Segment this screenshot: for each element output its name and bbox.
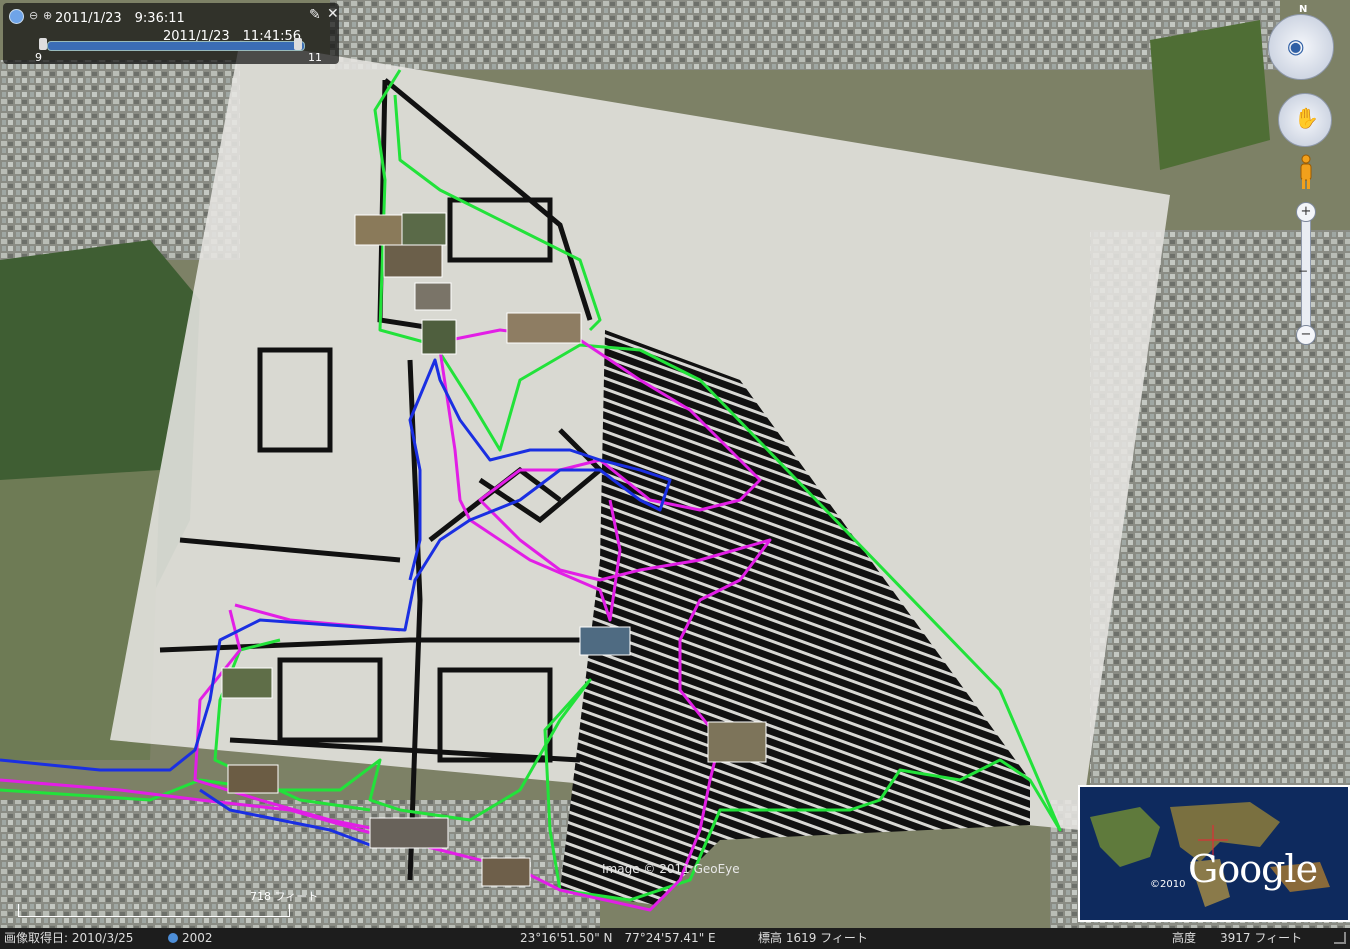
wrench-icon[interactable]: ✎ xyxy=(309,7,321,23)
slider-min-label: 9 xyxy=(35,51,42,64)
historic-year: 2002 xyxy=(182,931,213,945)
photo-marker xyxy=(506,312,582,344)
urban-area-north xyxy=(330,0,1280,70)
coordinates-readout: 23°16'51.50" N 77°24'57.41" E xyxy=(520,931,716,945)
slider-max-label: 11 xyxy=(308,51,322,64)
street-view-pegman-icon[interactable] xyxy=(1298,154,1314,190)
slider-step-back-icon[interactable]: ⊖ xyxy=(29,9,38,22)
historic-imagery-icon xyxy=(168,933,178,943)
eye-icon[interactable]: ◉ xyxy=(1287,34,1304,58)
photo-marker xyxy=(369,817,449,849)
hand-icon[interactable]: ✋ xyxy=(1294,106,1319,130)
photo-marker xyxy=(227,764,279,794)
north-indicator[interactable]: N xyxy=(1299,4,1307,15)
slider-zoom-icon[interactable]: ⊕ xyxy=(43,9,52,22)
imagery-credit: Image © 2011 GeoEye xyxy=(602,862,740,876)
slider-end-handle[interactable] xyxy=(294,38,302,50)
overview-copyright: ©2010 xyxy=(1150,879,1186,890)
photo-marker xyxy=(414,282,452,311)
zoom-out-button[interactable]: − xyxy=(1296,325,1316,345)
photo-marker xyxy=(401,212,447,246)
photo-marker xyxy=(707,721,767,763)
zoom-slider-handle[interactable]: − xyxy=(1298,264,1308,278)
time-slider-panel[interactable]: ⊖ ⊕ 2011/1/23 9:36:11 2011/1/23 11:41:56… xyxy=(3,3,339,64)
imagery-date: 画像取得日: 2010/3/25 xyxy=(4,931,134,945)
photo-marker xyxy=(421,319,457,355)
close-icon[interactable]: ✕ xyxy=(327,6,339,22)
slider-start-handle[interactable] xyxy=(39,38,47,50)
scale-bar xyxy=(18,904,290,917)
photo-marker xyxy=(354,214,404,246)
google-logo: Google xyxy=(1188,847,1318,891)
status-bar: 画像取得日: 2010/3/25 2002 23°16'51.50" N 77°… xyxy=(0,928,1350,949)
elevation-readout: 標高 1619 フィート xyxy=(758,931,868,945)
photo-marker xyxy=(481,857,531,887)
historic-imagery-indicator[interactable]: 2002 xyxy=(168,928,213,949)
photo-marker xyxy=(221,667,273,699)
scale-label: 718 フィート xyxy=(250,890,319,903)
time-range-start: 2011/1/23 9:36:11 xyxy=(55,11,185,26)
time-slider-track[interactable] xyxy=(47,41,305,51)
photo-marker xyxy=(383,244,443,278)
photo-marker xyxy=(579,626,631,656)
clock-icon[interactable] xyxy=(9,9,24,24)
overview-map[interactable]: ©2010 Google xyxy=(1078,785,1350,922)
urban-area-west xyxy=(0,60,240,260)
zoom-in-button[interactable]: + xyxy=(1296,202,1316,222)
eye-altitude-readout: 高度 3917 フィート xyxy=(1172,931,1303,945)
resize-grip-icon[interactable] xyxy=(1334,932,1346,944)
